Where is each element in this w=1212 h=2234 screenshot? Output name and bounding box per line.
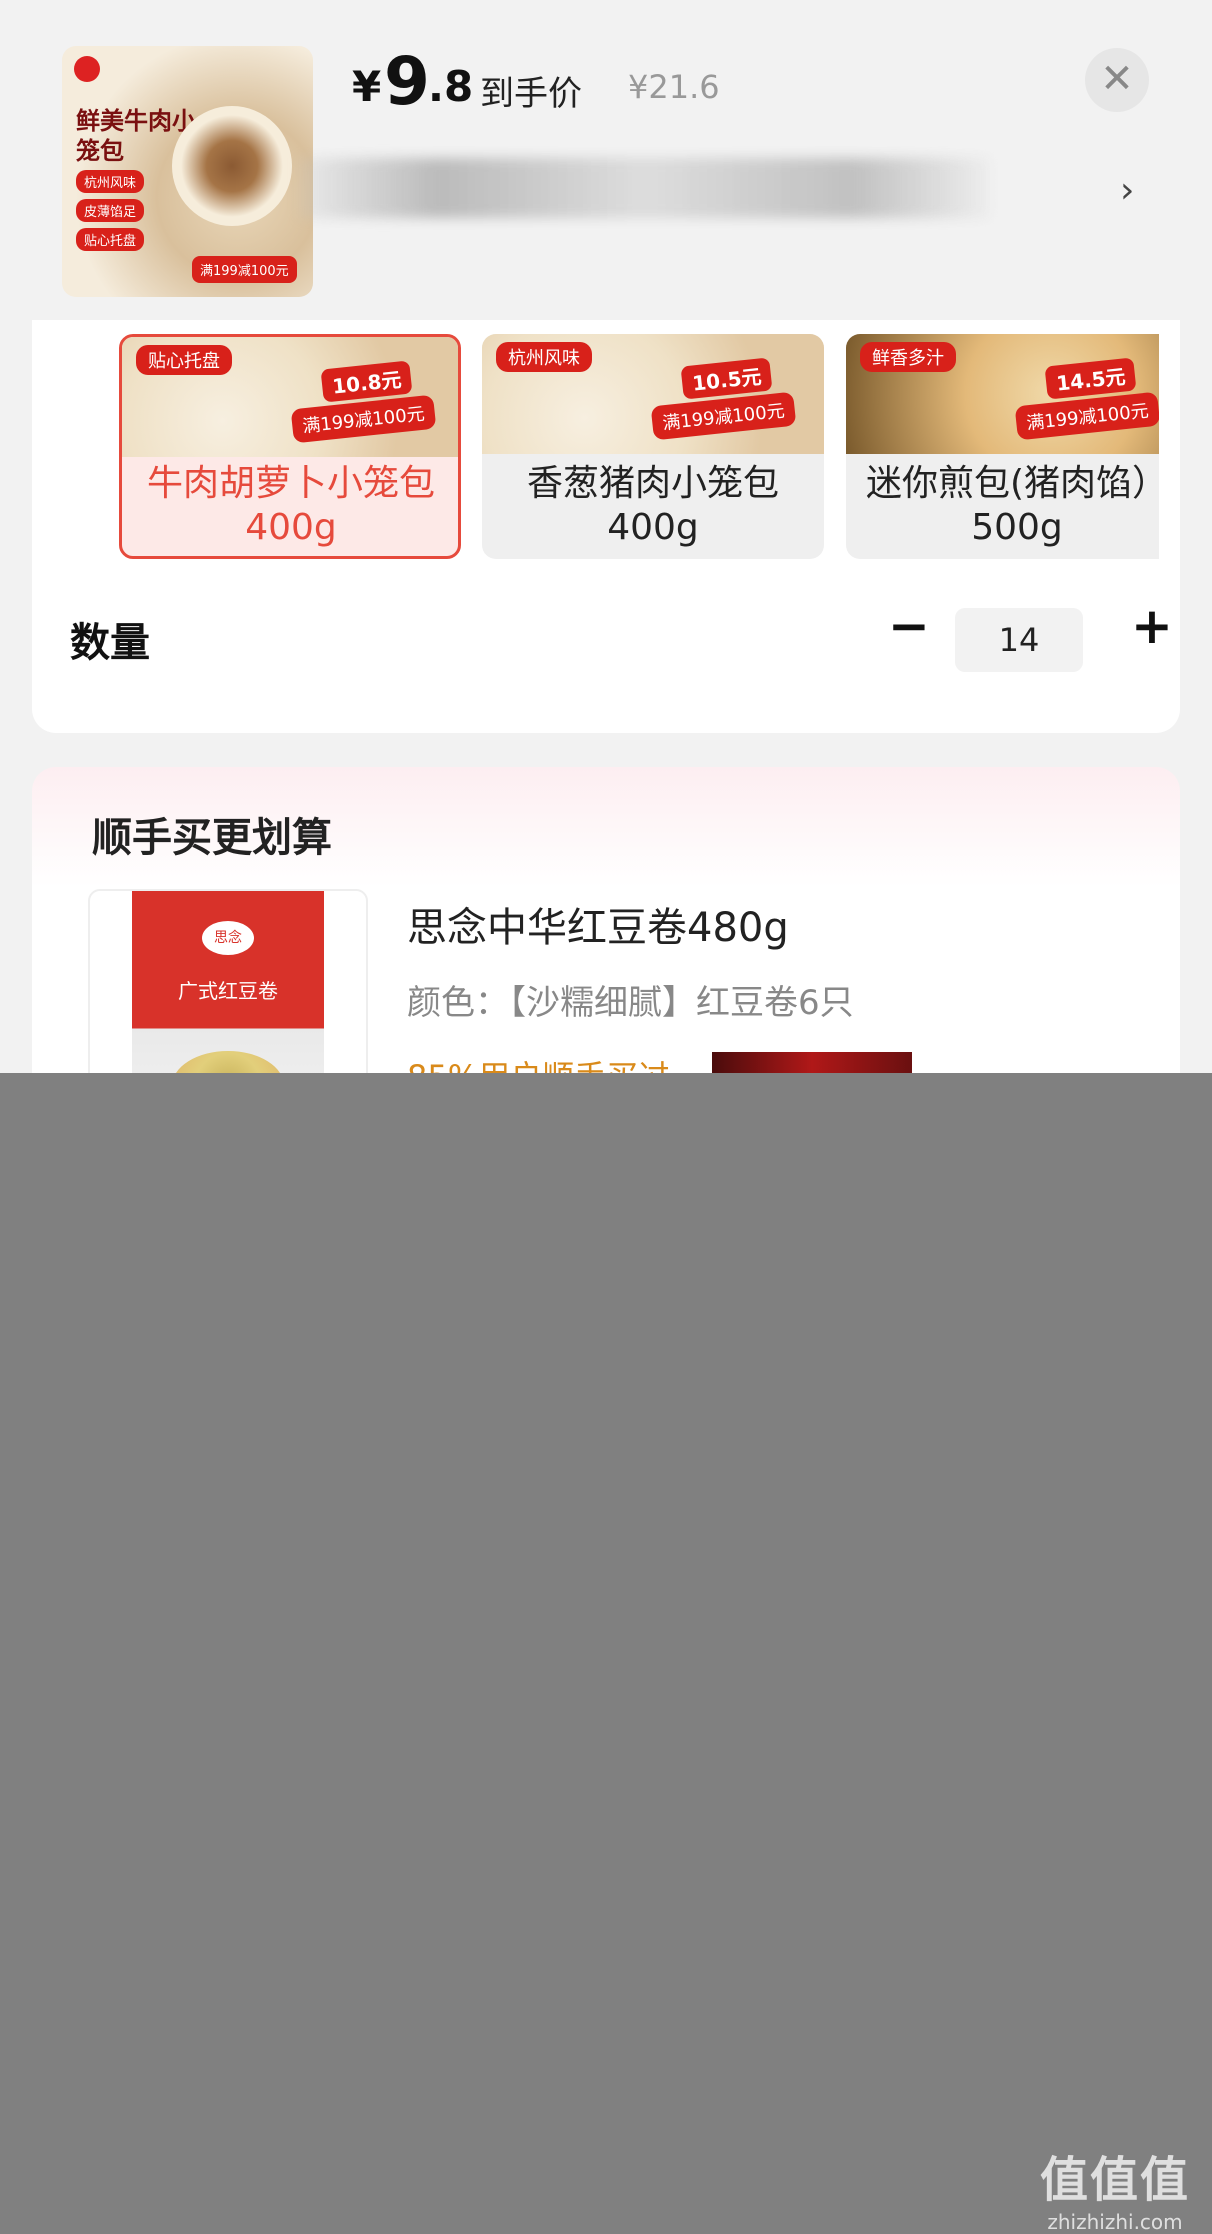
variant-option[interactable]: 鲜香多汁 14.5元 满199减100元 迷你煎包(猪肉馅）500g — [846, 334, 1159, 559]
bundle-title: 顺手买更划算 — [92, 815, 332, 861]
variant-name: 迷你煎包(猪肉馅）500g — [865, 463, 1159, 548]
thumbnail-promo: 满199减100元 — [192, 256, 297, 283]
variant-name: 牛肉胡萝卜小笼包400g — [146, 463, 435, 548]
quantity-label: 数量 — [70, 620, 150, 666]
thumbnail-chip: 皮薄馅足 — [76, 199, 145, 222]
thumbnail-chip: 杭州风味 — [76, 170, 145, 193]
obscured-region — [712, 1052, 912, 1073]
bundle-purchase-stat: 85%用户顺手买过 — [407, 1052, 670, 1073]
brand-logo-icon — [74, 56, 100, 82]
bowl-image — [172, 1051, 284, 1073]
close-icon[interactable]: ✕ — [1085, 48, 1149, 112]
original-price: ¥21.6 — [628, 68, 720, 106]
blurred-selection-text — [300, 158, 990, 218]
variant-tag: 贴心托盘 — [136, 345, 232, 375]
watermark-logo: 值值值 — [1040, 2152, 1191, 2208]
bundle-product-image[interactable]: 思念 广式红豆卷 — [88, 889, 368, 1073]
product-thumbnail: 鲜美牛肉小笼包 杭州风味 皮薄馅足 贴心托盘 满199减100元 — [62, 46, 313, 297]
bundle-product-name[interactable]: 思念中华红豆卷480g — [407, 895, 789, 953]
thumbnail-chips: 杭州风味 皮薄馅足 贴心托盘 — [76, 170, 145, 257]
watermark-url: zhizhizhi.com — [1047, 2210, 1183, 2234]
bundle-card: 顺手买更划算 思念 广式红豆卷 思念中华红豆卷480g 颜色：【沙糯细腻】红豆卷… — [32, 767, 1180, 1073]
price-decimal: .8 — [428, 62, 474, 111]
variant-option[interactable]: 杭州风味 10.5元 满199减100元 香葱猪肉小笼包400g — [482, 334, 824, 559]
quantity-increase-button[interactable]: + — [1127, 598, 1177, 658]
package-image: 思念 广式红豆卷 — [132, 891, 324, 1073]
quantity-input[interactable] — [955, 608, 1083, 672]
pack-logo: 思念 — [202, 921, 254, 955]
watermark: 值值值 zhizhizhi.com — [1040, 2140, 1190, 2234]
variant-tag: 杭州风味 — [496, 342, 592, 372]
chevron-right-icon[interactable]: › — [1120, 170, 1134, 211]
sheet-header: 鲜美牛肉小笼包 杭州风味 皮薄馅足 贴心托盘 满199减100元 ¥ 9 .8 … — [0, 0, 1212, 333]
price-integer: 9 — [384, 43, 430, 120]
variant-list: 贴心托盘 10.8元 满199减100元 牛肉胡萝卜小笼包400g 杭州风味 1… — [87, 334, 1159, 582]
variant-name: 香葱猪肉小笼包400g — [526, 463, 779, 548]
bundle-product-variant[interactable]: 颜色：【沙糯细腻】红豆卷6只 — [407, 975, 854, 1024]
pack-title: 广式红豆卷 — [178, 979, 278, 1003]
bun-image — [172, 106, 292, 226]
variant-option[interactable]: 贴心托盘 10.8元 满199减100元 牛肉胡萝卜小笼包400g — [119, 334, 461, 559]
quantity-decrease-button[interactable]: − — [884, 598, 934, 658]
variant-tag: 鲜香多汁 — [860, 342, 956, 372]
product-sheet: 鲜美牛肉小笼包 杭州风味 皮薄馅足 贴心托盘 满199减100元 ¥ 9 .8 … — [0, 0, 1212, 1073]
thumbnail-chip: 贴心托盘 — [76, 228, 145, 251]
final-price-label: 到手价 — [480, 74, 582, 114]
price-currency: ¥ — [352, 62, 382, 111]
variant-card: 贴心托盘 10.8元 满199减100元 牛肉胡萝卜小笼包400g 杭州风味 1… — [32, 320, 1180, 733]
